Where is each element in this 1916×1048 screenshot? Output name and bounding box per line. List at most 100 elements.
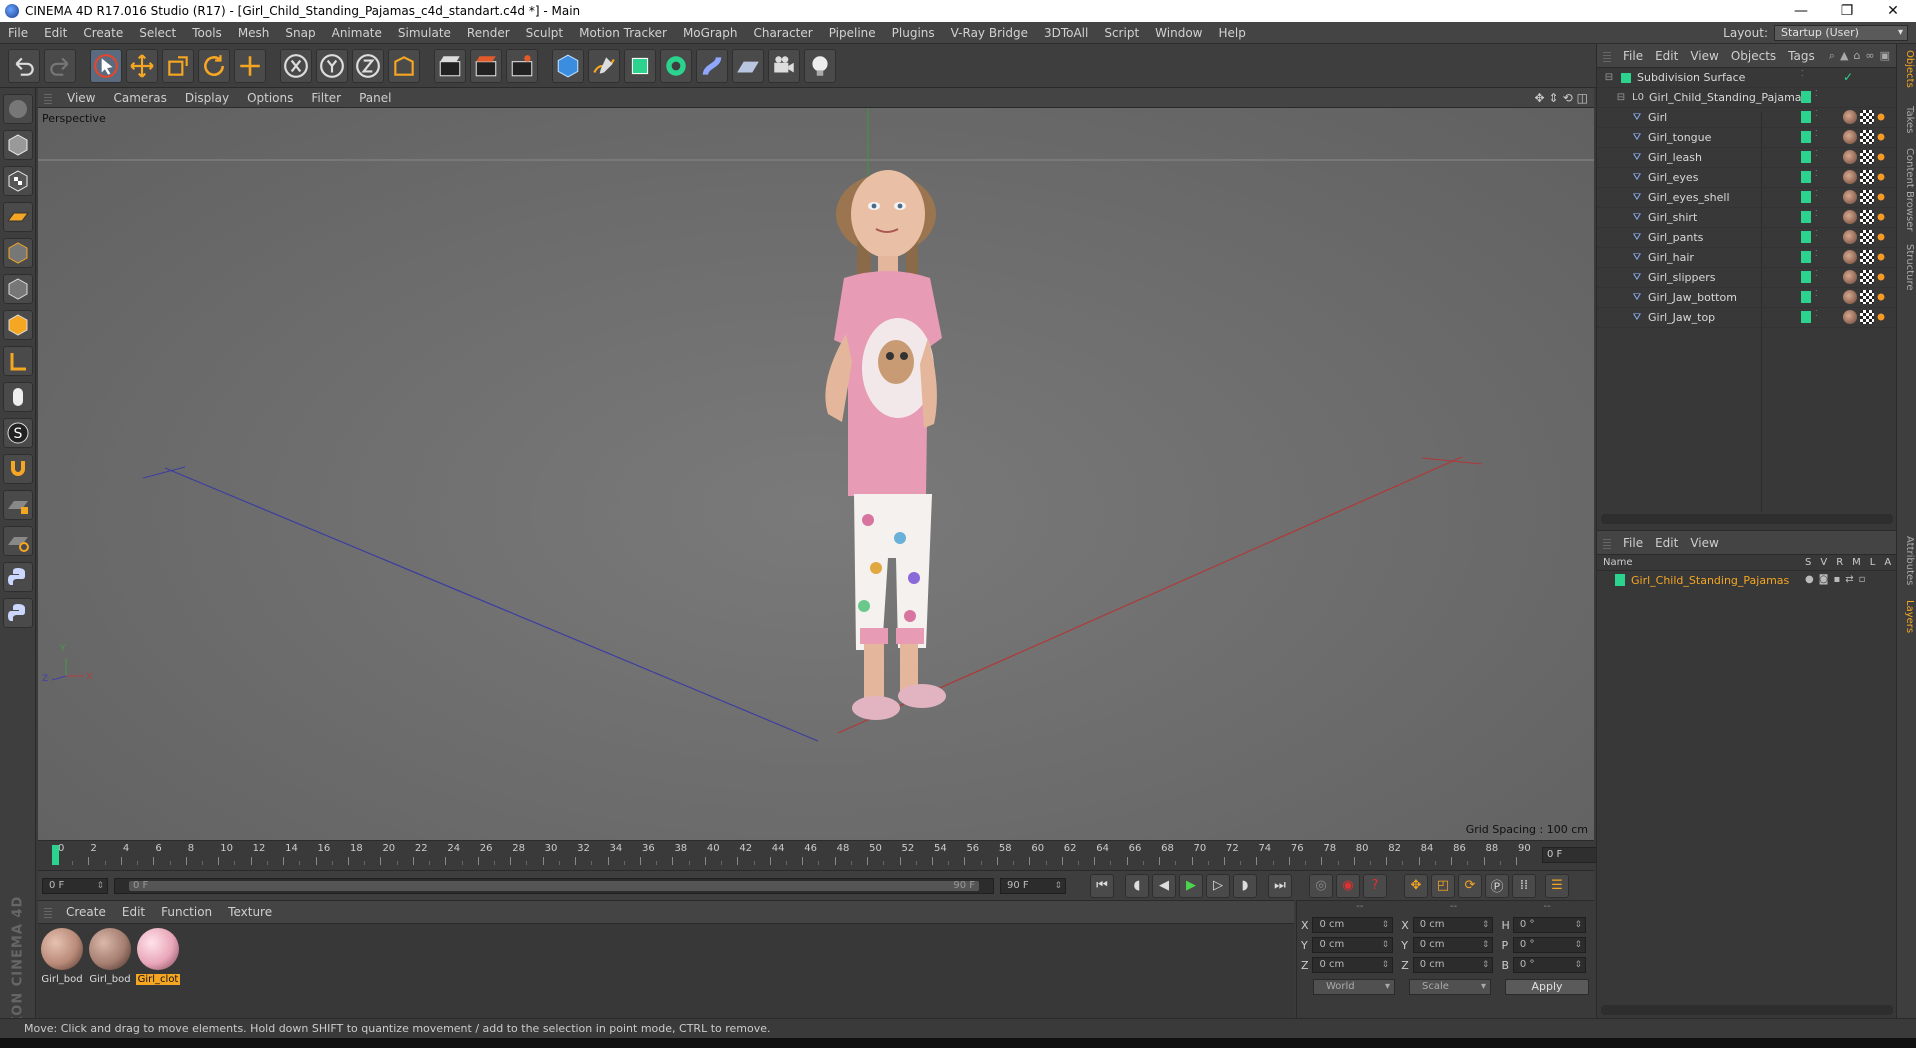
step-back-button[interactable]: ◀ [1152,873,1176,898]
end-frame-field[interactable]: 90 F [1000,877,1066,894]
solo-dot-icon[interactable]: ● [1805,574,1814,585]
material-tag-icon[interactable] [1843,110,1857,124]
transform-tool-button[interactable] [234,48,266,83]
tab-objects[interactable]: Objects [1899,50,1915,88]
start-frame-field[interactable]: 0 F [42,877,108,894]
menu-create[interactable]: Create [75,26,131,40]
material-swatch[interactable]: Girl_bod [88,928,132,985]
object-row[interactable]: ⛛ Girl_eyes ⁚ [1597,168,1896,188]
visibility-dots-icon[interactable]: ⁚ [1815,310,1823,323]
uvw-tag-icon[interactable] [1860,230,1874,244]
goto-prev-key-button[interactable]: ◖ [1125,873,1149,898]
material-swatch[interactable]: Girl_bod [40,928,84,985]
coordinate-space-dropdown[interactable]: World [1313,979,1395,995]
viewport-menu-options[interactable]: Options [238,91,302,105]
layer-color-icon[interactable] [1801,271,1811,283]
material-menu-create[interactable]: Create [58,905,114,919]
layer-color-icon[interactable] [1801,211,1811,223]
key-scale-button[interactable]: ◰ [1431,873,1455,898]
goto-end-button[interactable]: ⏭ [1268,873,1292,898]
record-keys-button[interactable]: ◎ [1309,873,1333,898]
menu-window[interactable]: Window [1147,26,1210,40]
frame-ruler[interactable]: 0 2 4 6 8 10 12 14 16 18 20 22 24 26 28 30 32 34 36 38 40 42 4… [50,843,1540,867]
visibility-dots-icon[interactable]: ⁚ [1815,210,1823,223]
menu-edit[interactable]: Edit [36,26,75,40]
zoom-icon[interactable]: ⇕ [1549,91,1559,105]
preview-range-slider[interactable]: 0 F 90 F [114,877,994,894]
menu-help[interactable]: Help [1210,26,1253,40]
object-row[interactable]: ⛛ Girl_slippers ⁚ [1597,268,1896,288]
objects-menu-objects[interactable]: Objects [1725,49,1782,63]
timeline-menu-button[interactable]: ☰ [1545,873,1569,898]
menu-tools[interactable]: Tools [184,26,230,40]
visibility-dots-icon[interactable]: ⁚ [1801,70,1809,78]
current-frame-field[interactable]: 0 F [1542,847,1602,863]
material-tag-icon[interactable] [1843,190,1857,204]
material-tag-icon[interactable] [1843,130,1857,144]
add-generator-button[interactable] [624,48,656,83]
tab-layers[interactable]: Layers [1899,600,1915,633]
menu-select[interactable]: Select [131,26,184,40]
orbit-icon[interactable]: ⟲ [1563,91,1573,105]
add-floor-button[interactable] [732,48,764,83]
link-icon[interactable]: ∞ [1865,49,1874,63]
rotation-p-field[interactable]: 0 ° [1512,937,1586,953]
menu-animate[interactable]: Animate [324,26,390,40]
objects-menu-edit[interactable]: Edit [1649,49,1684,63]
material-tag-icon[interactable] [1843,290,1857,304]
tab-content-browser[interactable]: Content Browser [1899,148,1915,231]
layer-color-icon[interactable] [1801,191,1811,203]
viewport-menu-display[interactable]: Display [176,91,238,105]
panel-grip-icon[interactable] [44,91,52,104]
uvw-tag-icon[interactable] [1860,250,1874,264]
object-row-subdivision[interactable]: ⊟ Subdivision Surface ⁚ ✓ [1597,68,1896,88]
range-handle[interactable] [129,880,979,891]
material-menu-function[interactable]: Function [153,905,220,919]
points-mode-button[interactable] [3,238,33,268]
object-row[interactable]: ⛛ Girl_hair ⁚ [1597,248,1896,268]
render-settings-button[interactable] [506,48,538,83]
layer-color-icon[interactable] [1801,171,1811,183]
selection-tag-icon[interactable] [1877,310,1885,324]
uvw-tag-icon[interactable] [1860,210,1874,224]
manager-icon[interactable]: ⇄ [1845,574,1853,585]
material-tag-icon[interactable] [1843,170,1857,184]
minimize-button[interactable]: — [1778,3,1824,19]
material-tag-icon[interactable] [1843,230,1857,244]
python-script-button-2[interactable] [3,598,33,628]
play-button[interactable]: ▶ [1179,873,1203,898]
visibility-dots-icon[interactable]: ⁚ [1815,290,1823,303]
visibility-dots-icon[interactable]: ⁚ [1815,150,1823,163]
toggle-view-icon[interactable]: ◫ [1577,91,1588,105]
rotate-tool-button[interactable] [198,48,230,83]
visibility-dots-icon[interactable]: ⁚ [1815,270,1823,283]
step-forward-button[interactable]: ▷ [1206,873,1230,898]
collapse-icon[interactable]: ⊟ [1603,72,1615,84]
layout-select[interactable]: Startup (User) [1774,24,1908,41]
lock-workplane-button[interactable] [3,490,33,520]
object-row[interactable]: ⛛ Girl_tongue ⁚ [1597,128,1896,148]
3d-viewport[interactable]: Y X Z Perspective Grid Spacing : 100 cm [38,108,1594,840]
layer-color-icon[interactable] [1801,131,1811,143]
tweak-mode-button[interactable] [3,382,33,412]
layer-color-swatch[interactable] [1615,574,1625,586]
panel-grip-icon[interactable] [1603,536,1611,549]
menu-motion-tracker[interactable]: Motion Tracker [571,26,675,40]
key-pla-button[interactable]: ⁞⁞ [1512,873,1536,898]
add-spline-button[interactable] [588,48,620,83]
selection-tag-icon[interactable] [1877,270,1885,284]
visibility-dots-icon[interactable]: ⁚ [1815,250,1823,263]
layer-color-icon[interactable] [1801,111,1811,123]
keyframe-selection-button[interactable]: ? [1363,873,1387,898]
menu-vray-bridge[interactable]: V-Ray Bridge [943,26,1036,40]
material-tag-icon[interactable] [1843,150,1857,164]
key-position-button[interactable]: ✥ [1404,873,1428,898]
restore-button[interactable]: ❐ [1824,3,1870,19]
viewport-menu-view[interactable]: View [58,91,104,105]
autokey-button[interactable]: ◉ [1336,873,1360,898]
object-row[interactable]: ⛛ Girl_eyes_shell ⁚ [1597,188,1896,208]
uvw-tag-icon[interactable] [1860,130,1874,144]
size-x-field[interactable]: 0 cm [1412,917,1494,933]
selection-tag-icon[interactable] [1877,250,1885,264]
add-light-button[interactable] [804,48,836,83]
